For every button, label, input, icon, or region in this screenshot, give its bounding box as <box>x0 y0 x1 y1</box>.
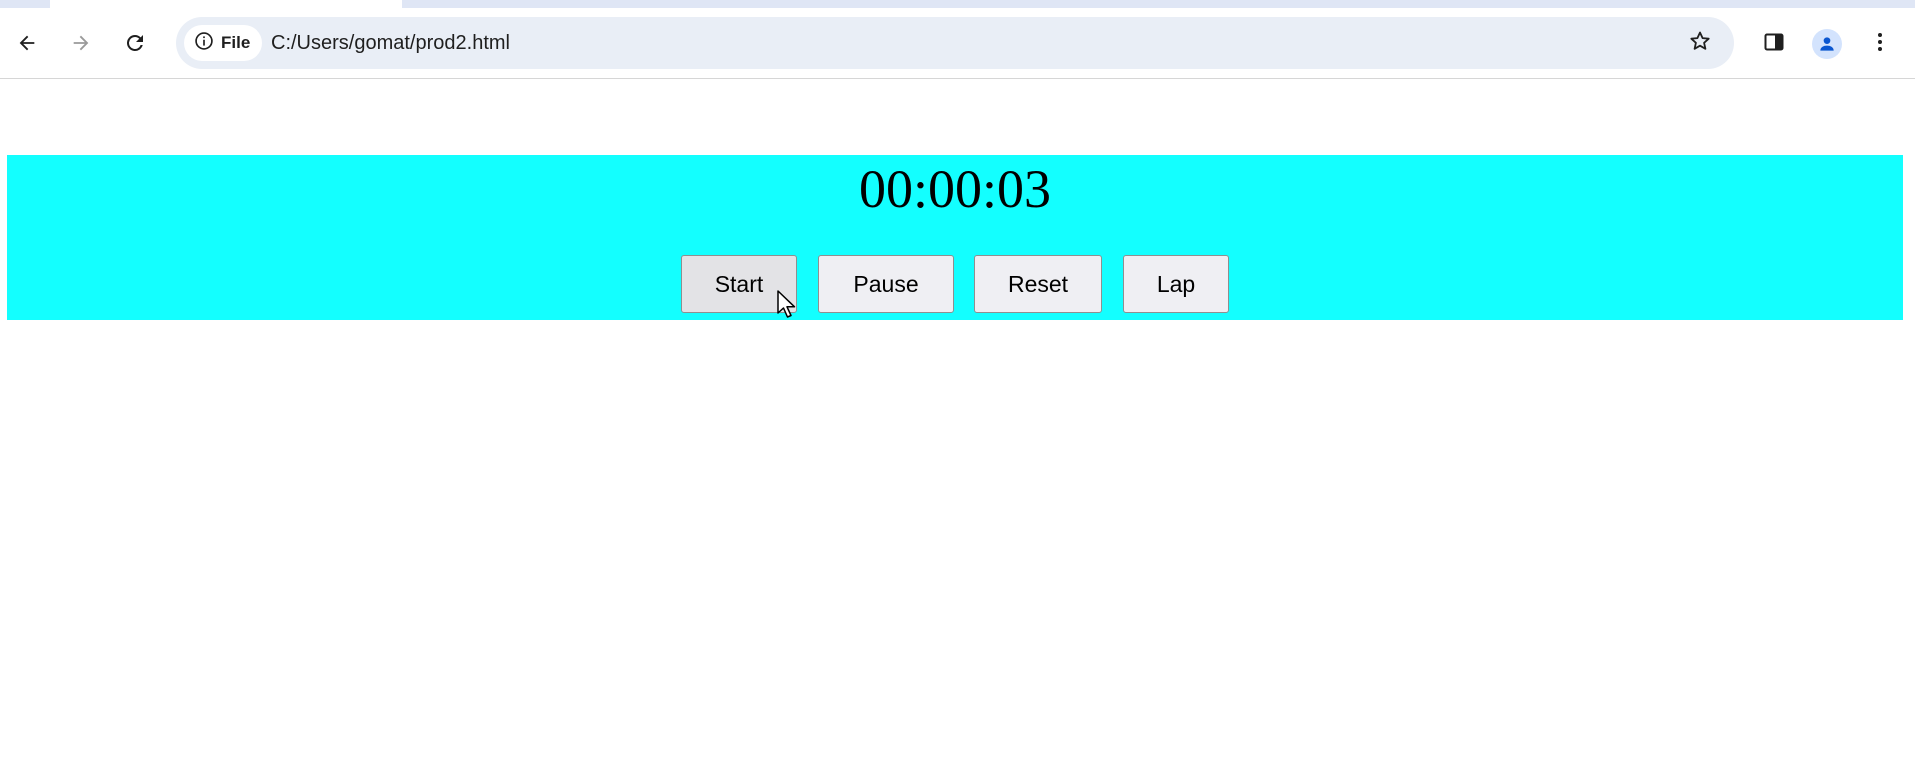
arrow-right-icon <box>70 32 92 54</box>
url-text[interactable]: C:/Users/gomat/prod2.html <box>271 17 510 69</box>
reload-icon <box>123 31 147 55</box>
browser-menu-button[interactable] <box>1864 28 1896 60</box>
site-info-label: File <box>221 33 251 52</box>
reset-button[interactable]: Reset <box>974 255 1102 313</box>
bookmark-button[interactable] <box>1686 29 1714 57</box>
mouse-pointer-icon <box>777 290 797 325</box>
kebab-menu-icon <box>1868 30 1892 59</box>
info-icon <box>194 31 214 56</box>
forward-button[interactable] <box>62 24 100 62</box>
profile-avatar-icon <box>1812 29 1842 59</box>
star-icon <box>1688 29 1712 58</box>
back-button[interactable] <box>8 24 46 62</box>
site-info-chip[interactable]: File <box>184 25 263 61</box>
arrow-left-icon <box>16 32 38 54</box>
lap-button[interactable]: Lap <box>1123 255 1229 313</box>
side-panel-icon <box>1762 30 1786 59</box>
tab-strip <box>0 0 1915 8</box>
reload-button[interactable] <box>116 24 154 62</box>
active-tab[interactable] <box>50 0 402 8</box>
address-bar[interactable]: File C:/Users/gomat/prod2.html <box>176 17 1734 69</box>
time-display: 00:00:03 <box>858 159 1051 219</box>
pause-button[interactable]: Pause <box>818 255 954 313</box>
profile-button[interactable] <box>1811 28 1843 60</box>
stopwatch-controls: Start Pause Reset Lap <box>7 255 1903 313</box>
stopwatch-panel: 00:00:03 Start Pause Reset Lap <box>7 155 1903 320</box>
side-panel-button[interactable] <box>1758 28 1790 60</box>
browser-toolbar: File C:/Users/gomat/prod2.html <box>0 8 1915 79</box>
